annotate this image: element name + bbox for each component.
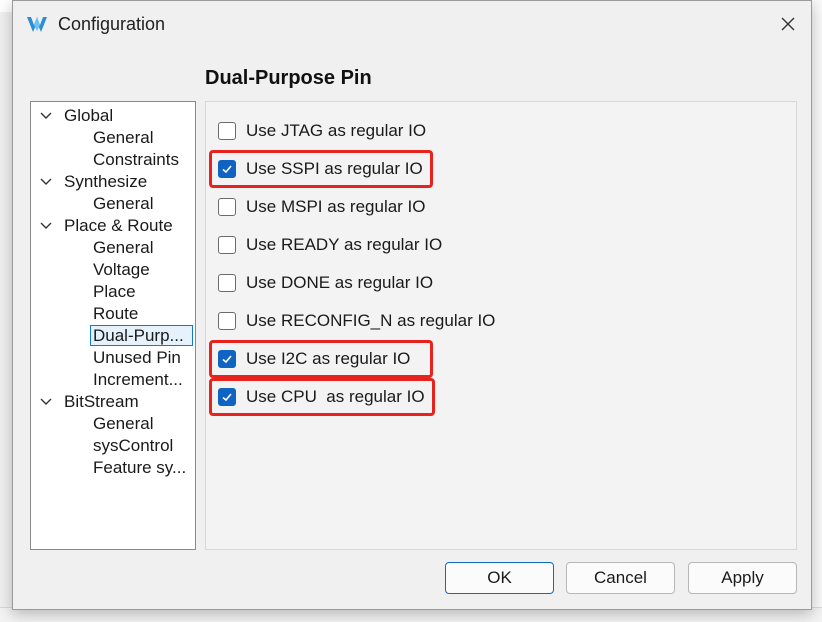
tree-item-label: Increment... — [93, 370, 183, 389]
title-bar[interactable]: Configuration — [13, 1, 811, 47]
options-panel: Use JTAG as regular IO Use SSPI as regula… — [205, 101, 797, 550]
tree-item[interactable]: Voltage — [93, 259, 150, 281]
tree-item-label: Dual-Purp... — [93, 326, 184, 345]
window-title: Configuration — [58, 14, 166, 34]
option-checkbox[interactable] — [218, 236, 236, 254]
tree-item[interactable]: General — [93, 127, 153, 149]
tree-item[interactable]: General — [93, 413, 153, 435]
option-label: Use MSPI as regular IO — [246, 197, 426, 216]
tree-group-label: BitStream — [64, 392, 139, 411]
option-checkbox[interactable] — [218, 274, 236, 292]
dual-purpose-option[interactable]: Use I2C as regular IO — [218, 344, 410, 374]
option-label: Use SSPI as regular IO — [246, 159, 423, 178]
check-icon — [222, 165, 232, 174]
category-tree[interactable]: Global General Constraints Synthesize Genera… — [30, 101, 196, 550]
dual-purpose-option[interactable]: Use READY as regular IO — [218, 230, 442, 260]
tree-item-label: General — [93, 414, 154, 433]
tree-item[interactable]: General — [93, 237, 153, 259]
option-label: Use READY as regular IO — [246, 235, 443, 254]
tree-item[interactable]: General — [93, 193, 153, 215]
page-title: Dual-Purpose Pin — [205, 67, 372, 89]
dual-purpose-option[interactable]: Use DONE as regular IO — [218, 268, 433, 298]
tree-item[interactable]: Route — [93, 303, 138, 325]
tree-group-label: Synthesize — [64, 172, 148, 191]
check-icon — [222, 355, 232, 364]
chevron-down-icon[interactable] — [39, 175, 53, 189]
option-label: Use DONE as regular IO — [246, 273, 434, 292]
tree-item-label: Constraints — [93, 150, 179, 169]
ok-button[interactable]: OK — [445, 562, 554, 594]
chevron-down-icon[interactable] — [39, 219, 53, 233]
tree-item-label: sysControl — [93, 436, 174, 455]
chevron-down-icon[interactable] — [39, 109, 53, 123]
option-label: Use CPU as regular IO — [246, 387, 425, 406]
dual-purpose-option[interactable]: Use RECONFIG_N as regular IO — [218, 306, 495, 336]
check-icon — [222, 393, 232, 402]
tree-group-label: Place & Route — [64, 216, 173, 235]
option-checkbox[interactable] — [218, 388, 236, 406]
tree-item-label: Feature sy... — [93, 458, 187, 477]
tree-item[interactable]: sysControl — [93, 435, 173, 457]
option-checkbox[interactable] — [218, 122, 236, 140]
tree-item[interactable]: Unused Pin — [93, 347, 181, 369]
chevron-down-icon[interactable] — [39, 395, 53, 409]
option-label: Use JTAG as regular IO — [246, 121, 427, 140]
tree-group-label: Global — [64, 106, 114, 125]
dual-purpose-option[interactable]: Use CPU as regular IO — [218, 382, 425, 412]
tree-item[interactable]: Dual-Purp... — [90, 325, 193, 347]
option-checkbox[interactable] — [218, 198, 236, 216]
tree-item-label: Place — [93, 282, 136, 301]
option-checkbox[interactable] — [218, 312, 236, 330]
tree-item-label: Unused Pin — [93, 348, 181, 367]
tree-item-label: Route — [93, 304, 139, 323]
option-label: Use I2C as regular IO — [246, 349, 411, 368]
option-checkbox[interactable] — [218, 160, 236, 178]
tree-item-label: General — [93, 128, 154, 147]
apply-button[interactable]: Apply — [688, 562, 797, 594]
configuration-dialog: Configuration Global General Constraints Sy… — [12, 0, 812, 610]
dual-purpose-option[interactable]: Use SSPI as regular IO — [218, 154, 423, 184]
tree-item[interactable]: Place — [93, 281, 136, 303]
gowin-logo-icon — [27, 17, 47, 32]
dual-purpose-option[interactable]: Use MSPI as regular IO — [218, 192, 426, 222]
tree-item[interactable]: Feature sy... — [93, 457, 186, 479]
option-label: Use RECONFIG_N as regular IO — [246, 311, 496, 330]
tree-item-label: Voltage — [93, 260, 150, 279]
option-checkbox[interactable] — [218, 350, 236, 368]
tree-item-label: General — [93, 238, 154, 257]
close-icon — [781, 17, 795, 31]
cancel-button[interactable]: Cancel — [566, 562, 675, 594]
tree-item[interactable]: Constraints — [93, 149, 179, 171]
tree-item-label: General — [93, 194, 154, 213]
dual-purpose-option[interactable]: Use JTAG as regular IO — [218, 116, 426, 146]
close-button[interactable] — [771, 7, 805, 41]
tree-item[interactable]: Increment... — [93, 369, 183, 391]
background-app-edge — [812, 0, 822, 622]
